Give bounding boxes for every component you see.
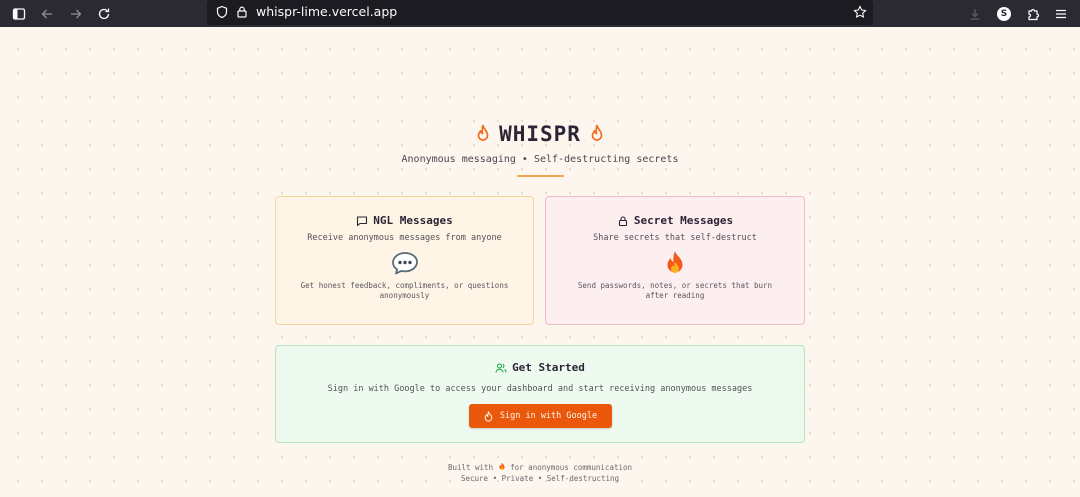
footer-text-prefix: Built with <box>447 463 494 472</box>
account-avatar[interactable]: S <box>993 3 1015 25</box>
flame-icon <box>475 124 491 144</box>
bookmark-star-icon[interactable] <box>849 1 871 23</box>
card-note: Get honest feedback, compliments, or que… <box>300 281 509 300</box>
lock-icon[interactable] <box>231 1 253 23</box>
card-heading: NGL Messages <box>276 214 533 227</box>
sign-in-with-google-button[interactable]: Sign in with Google <box>469 404 612 428</box>
footer-tagline: Built with for anonymous communication <box>0 462 1080 473</box>
card-title: Secret Messages <box>633 214 734 227</box>
card-title: Get Started <box>512 361 585 374</box>
footer-text-suffix: for anonymous communication <box>510 463 633 472</box>
avatar-initial: S <box>997 7 1011 21</box>
card-description: Receive anonymous messages from anyone <box>307 233 502 243</box>
reload-icon[interactable] <box>93 3 115 25</box>
card-heading: Get Started <box>276 361 804 374</box>
footer-features: Secure • Private • Self-destructing <box>460 474 620 483</box>
url-text[interactable]: whispr-lime.vercel.app <box>256 4 397 19</box>
fire-icon <box>546 250 804 276</box>
card-note: Send passwords, notes, or secrets that b… <box>577 281 773 300</box>
lock-icon <box>618 215 627 226</box>
app-subtitle: Anonymous messaging • Self-destructing s… <box>401 154 679 165</box>
card-description: Sign in with Google to access your dashb… <box>327 384 753 394</box>
shield-icon[interactable] <box>211 1 233 23</box>
page-content: WHISPR Anonymous messaging • Self-destru… <box>0 27 1080 497</box>
speech-bubble-icon <box>276 251 533 275</box>
card-heading: Secret Messages <box>546 214 804 227</box>
hero-title-row: WHISPR <box>0 122 1080 146</box>
button-label: Sign in with Google <box>499 411 598 421</box>
card-description: Share secrets that self-destruct <box>593 233 757 243</box>
fire-icon <box>498 462 506 473</box>
get-started-card: Get Started Sign in with Google to acces… <box>275 345 805 443</box>
secret-messages-card[interactable]: Secret Messages Share secrets that self-… <box>545 196 805 325</box>
ngl-messages-card[interactable]: NGL Messages Receive anonymous messages … <box>275 196 534 325</box>
users-icon <box>495 363 507 373</box>
extensions-icon[interactable] <box>1022 3 1044 25</box>
app-title: WHISPR <box>499 122 581 146</box>
card-title: NGL Messages <box>373 214 453 227</box>
sidebar-toggle-icon[interactable] <box>8 3 30 25</box>
flame-icon <box>484 410 493 422</box>
address-bar[interactable]: whispr-lime.vercel.app <box>207 0 873 25</box>
forward-icon[interactable] <box>65 3 87 25</box>
flame-icon <box>589 124 605 144</box>
menu-icon[interactable] <box>1050 3 1072 25</box>
title-divider <box>517 175 564 177</box>
back-icon[interactable] <box>36 3 58 25</box>
browser-toolbar: whispr-lime.vercel.app S <box>0 0 1080 27</box>
message-square-icon <box>357 215 368 226</box>
downloads-icon[interactable] <box>964 3 986 25</box>
